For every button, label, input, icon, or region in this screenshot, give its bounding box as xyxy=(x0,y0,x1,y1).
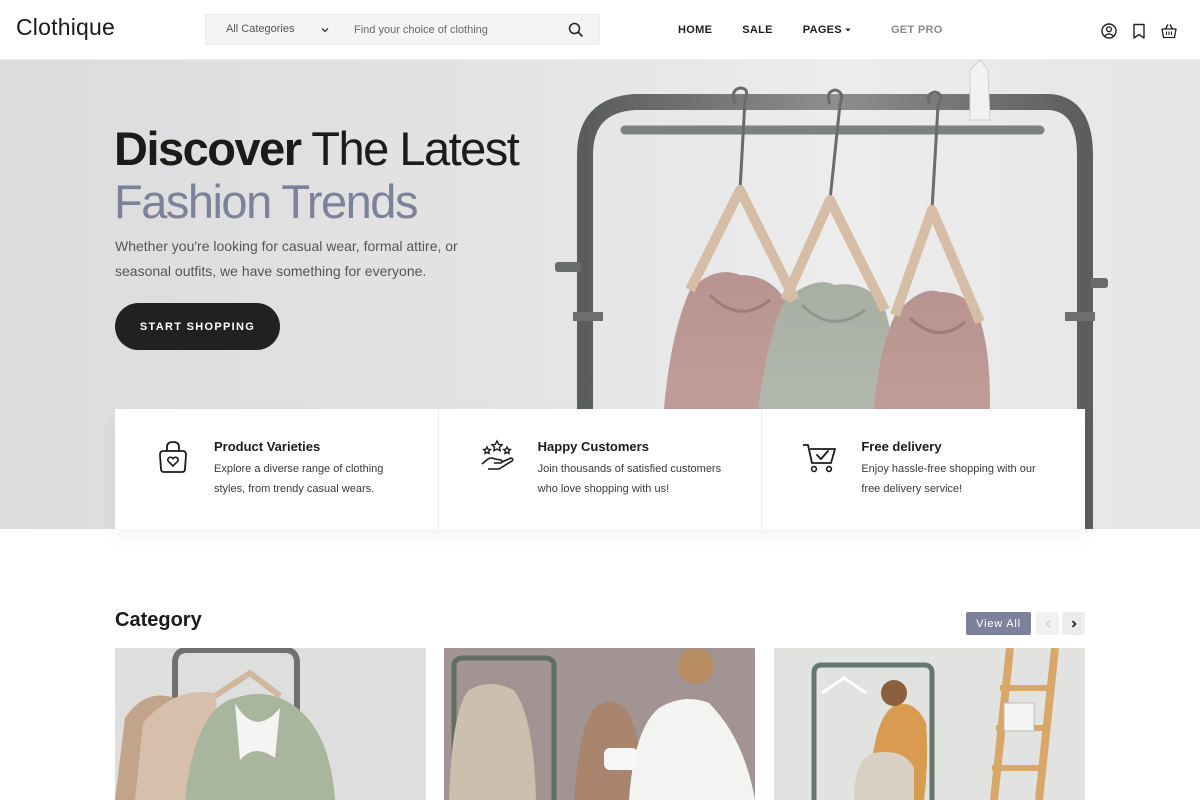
chevron-right-icon xyxy=(1071,619,1077,628)
start-shopping-button[interactable]: START SHOPPING xyxy=(115,303,280,350)
feature-title: Happy Customers xyxy=(537,439,649,454)
logo[interactable]: Clothique xyxy=(16,14,115,41)
search-input[interactable] xyxy=(346,15,551,44)
feature-title: Product Varieties xyxy=(214,439,321,454)
feature-product-varieties: Product Varieties Explore a diverse rang… xyxy=(115,409,439,529)
hero-title-bold: Discover xyxy=(114,122,302,175)
hero-title: Discover The Latest Fashion Trends xyxy=(114,122,520,228)
cart-check-icon xyxy=(802,439,838,475)
category-card-3[interactable] xyxy=(774,648,1085,800)
hero-title-light: The Latest xyxy=(311,122,520,175)
feature-title: Free delivery xyxy=(861,439,942,454)
search-icon[interactable] xyxy=(567,21,585,39)
caret-down-icon xyxy=(845,28,851,32)
main-nav: HOME SALE PAGES GET PRO xyxy=(678,24,943,36)
site-header: Clothique All Categories HOME SALE PAGES… xyxy=(0,0,1200,60)
features-strip: Product Varieties Explore a diverse rang… xyxy=(115,409,1085,529)
feature-free-delivery: Free delivery Enjoy hassle-free shopping… xyxy=(762,409,1085,529)
header-actions xyxy=(1100,22,1178,40)
feature-description: Enjoy hassle-free shopping with our free… xyxy=(861,463,1036,495)
category-image xyxy=(115,648,426,800)
chevron-down-icon xyxy=(321,28,329,33)
carousel-next-button[interactable] xyxy=(1062,612,1085,635)
category-image xyxy=(444,648,755,800)
nav-pages[interactable]: PAGES xyxy=(803,24,851,36)
view-all-button[interactable]: View All xyxy=(966,612,1031,635)
shopping-bag-heart-icon xyxy=(155,439,191,475)
feature-description: Join thousands of satisfied customers wh… xyxy=(537,463,722,495)
hand-stars-icon xyxy=(479,439,515,475)
category-heading: Category xyxy=(115,609,202,631)
hero-title-accent: Fashion Trends xyxy=(114,175,418,228)
category-image xyxy=(774,648,1085,800)
nav-home[interactable]: HOME xyxy=(678,24,712,36)
nav-sale[interactable]: SALE xyxy=(742,24,773,36)
nav-get-pro[interactable]: GET PRO xyxy=(891,24,943,36)
feature-happy-customers: Happy Customers Join thousands of satisf… xyxy=(439,409,763,529)
chevron-left-icon xyxy=(1044,619,1050,628)
feature-description: Explore a diverse range of clothing styl… xyxy=(214,463,384,495)
category-select[interactable]: All Categories xyxy=(206,15,334,44)
carousel-prev-button[interactable] xyxy=(1036,612,1059,635)
hero-subtitle: Whether you're looking for casual wear, … xyxy=(115,238,458,279)
category-card-1[interactable] xyxy=(115,648,426,800)
category-card-2[interactable] xyxy=(444,648,755,800)
nav-pages-label: PAGES xyxy=(802,24,842,36)
category-select-value: All Categories xyxy=(226,23,295,35)
search-bar: All Categories xyxy=(205,14,600,45)
bookmark-icon[interactable] xyxy=(1130,22,1148,40)
user-icon[interactable] xyxy=(1100,22,1118,40)
basket-icon[interactable] xyxy=(1160,22,1178,40)
